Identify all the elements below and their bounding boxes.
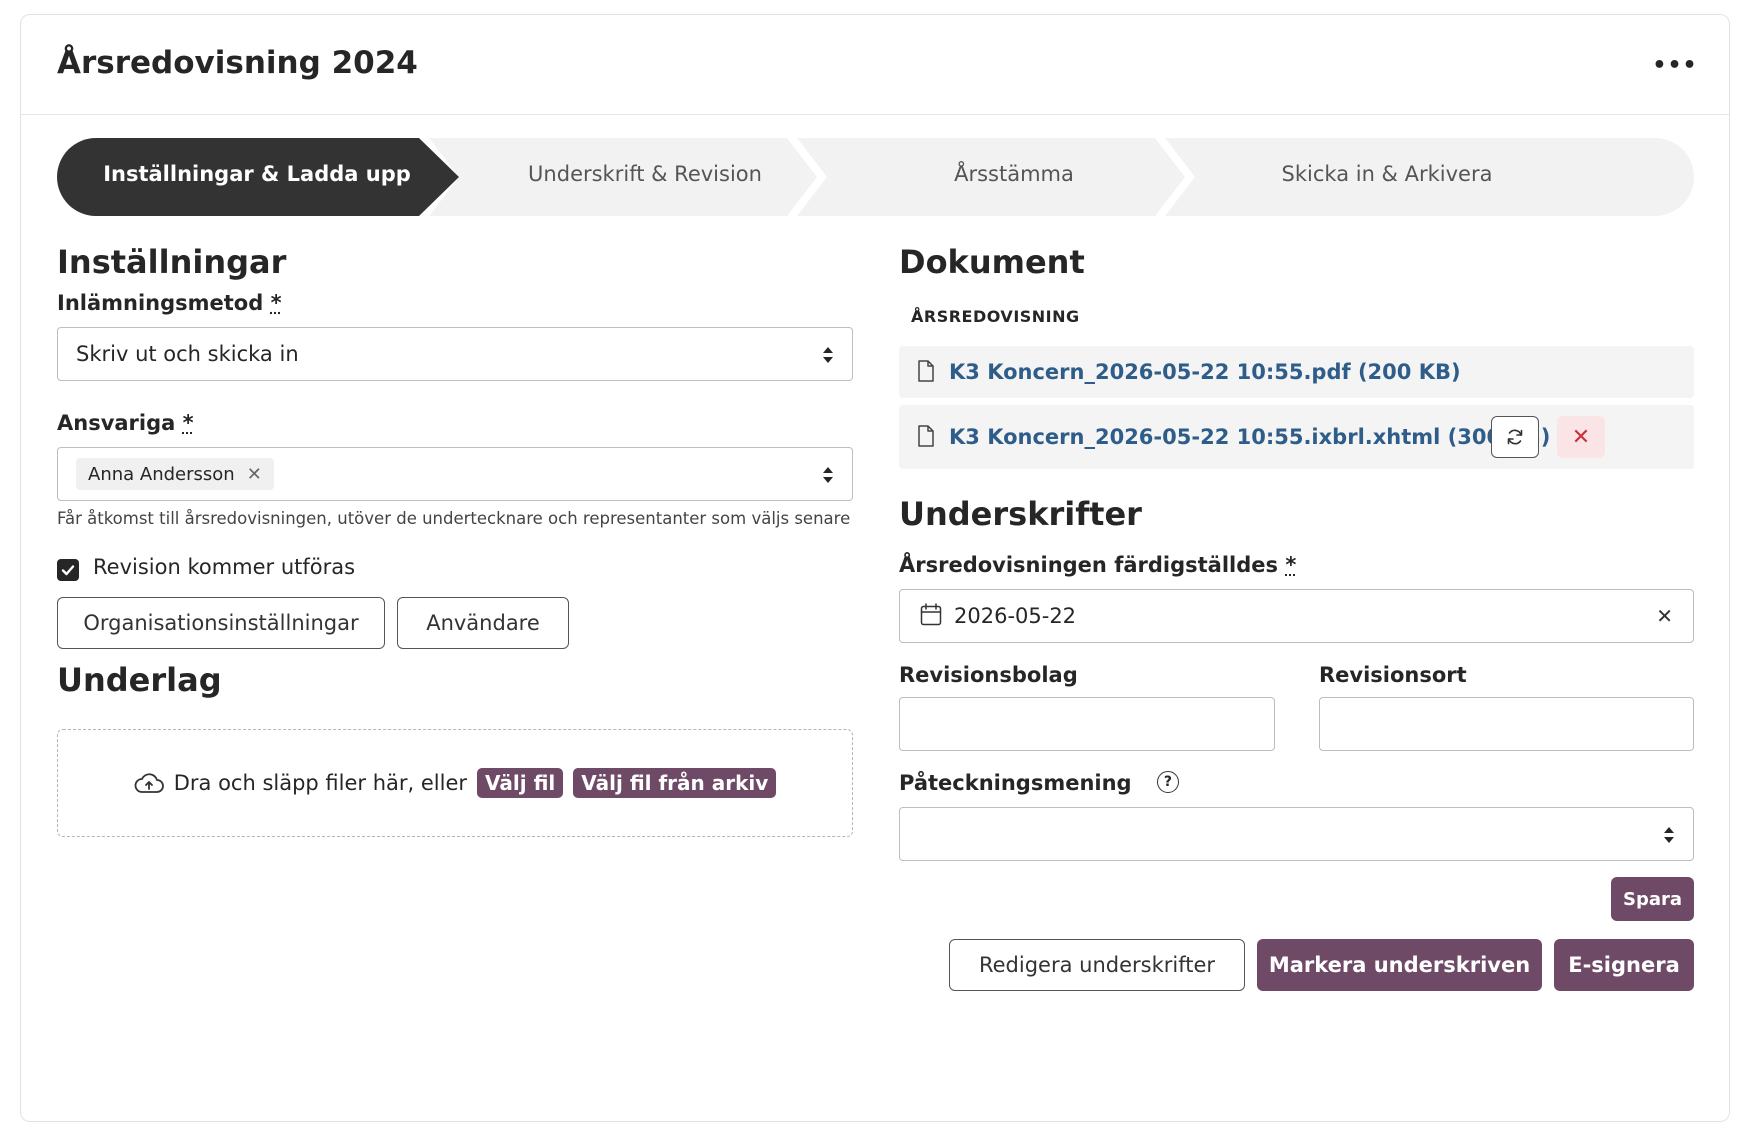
chip-remove-icon[interactable]: ✕ xyxy=(247,464,262,485)
revision-checkbox-label[interactable]: Revision kommer utföras xyxy=(93,555,355,579)
document-row: K3 Koncern_2026-05-22 10:55.pdf (200 KB) xyxy=(899,346,1694,398)
annual-report-card: Årsredovisning 2024 ••• Inställningar & … xyxy=(20,14,1730,1122)
endorsement-label: Påteckningsmening ? xyxy=(899,771,1179,795)
file-icon xyxy=(918,425,934,447)
file-icon xyxy=(918,360,934,382)
required-marker: * xyxy=(1285,553,1297,577)
progress-stepper: Inställningar & Ladda upp Underskrift & … xyxy=(57,138,1694,216)
annual-report-caption: ÅRSREDOVISNING xyxy=(911,307,1080,326)
choose-file-button[interactable]: Välj fil xyxy=(477,768,564,798)
method-label-text: Inlämningsmetod xyxy=(57,291,264,315)
required-marker: * xyxy=(270,291,282,315)
save-button[interactable]: Spara xyxy=(1611,877,1694,921)
select-updown-icon xyxy=(823,467,833,483)
audit-firm-input[interactable] xyxy=(899,697,1275,751)
responsible-select[interactable]: Anna Andersson ✕ xyxy=(57,447,853,501)
responsible-help-text: Får åtkomst till årsredovisningen, utöve… xyxy=(57,509,851,528)
users-button[interactable]: Användare xyxy=(397,597,569,649)
responsible-chip-label: Anna Andersson xyxy=(88,463,235,485)
step-signature-revision[interactable]: Underskrift & Revision xyxy=(528,162,762,186)
help-circle-icon[interactable]: ? xyxy=(1156,771,1179,793)
remove-document-button[interactable]: ✕ xyxy=(1557,416,1605,458)
completed-date-label-text: Årsredovisningen färdigställdes xyxy=(899,553,1278,577)
cloud-upload-icon xyxy=(134,773,164,793)
responsible-label: Ansvariga * xyxy=(57,411,194,435)
method-select-value: Skriv ut och skicka in xyxy=(76,342,299,366)
document-row: K3 Koncern_2026-05-22 10:55.ixbrl.xhtml … xyxy=(899,405,1694,469)
audit-place-input[interactable] xyxy=(1319,697,1694,751)
underlag-heading: Underlag xyxy=(57,661,222,699)
endorsement-select[interactable] xyxy=(899,807,1694,861)
select-updown-icon xyxy=(823,347,833,363)
signatures-heading: Underskrifter xyxy=(899,495,1142,533)
revision-checkbox[interactable] xyxy=(57,559,79,581)
clear-date-icon[interactable]: ✕ xyxy=(1656,604,1673,628)
step-annual-meeting[interactable]: Årsstämma xyxy=(954,162,1074,186)
method-select[interactable]: Skriv ut och skicka in xyxy=(57,327,853,381)
method-label: Inlämningsmetod * xyxy=(57,291,282,315)
card-header: Årsredovisning 2024 ••• xyxy=(21,15,1729,115)
choose-from-archive-button[interactable]: Välj fil från arkiv xyxy=(573,768,777,798)
calendar-icon xyxy=(920,603,942,626)
document-link-xhtml[interactable]: K3 Koncern_2026-05-22 10:55.ixbrl.xhtml … xyxy=(949,425,1550,449)
dropzone-text: Dra och släpp filer här, eller xyxy=(173,771,468,795)
completed-date-value: 2026-05-22 xyxy=(954,604,1077,628)
step-submit-archive[interactable]: Skicka in & Arkivera xyxy=(1282,162,1493,186)
more-options-button[interactable]: ••• xyxy=(1652,51,1696,79)
documents-heading: Dokument xyxy=(899,243,1085,281)
page-title: Årsredovisning 2024 xyxy=(57,45,418,81)
completed-date-input[interactable]: 2026-05-22 ✕ xyxy=(899,589,1694,643)
endorsement-label-text: Påteckningsmening xyxy=(899,771,1132,795)
mark-signed-button[interactable]: Markera underskriven xyxy=(1257,939,1542,991)
responsible-chip: Anna Andersson ✕ xyxy=(76,458,274,490)
file-dropzone[interactable]: Dra och släpp filer här, eller Välj fil … xyxy=(57,729,853,837)
required-marker: * xyxy=(182,411,194,435)
step-settings-upload[interactable]: Inställningar & Ladda upp xyxy=(103,162,411,186)
select-updown-icon xyxy=(1664,827,1674,843)
esign-button[interactable]: E-signera xyxy=(1554,939,1694,991)
settings-heading: Inställningar xyxy=(57,243,287,281)
responsible-label-text: Ansvariga xyxy=(57,411,176,435)
refresh-icon xyxy=(1507,429,1523,445)
organization-settings-button[interactable]: Organisationsinställningar xyxy=(57,597,385,649)
audit-firm-label: Revisionsbolag xyxy=(899,663,1078,687)
completed-date-label: Årsredovisningen färdigställdes * xyxy=(899,553,1296,577)
edit-signatures-button[interactable]: Redigera underskrifter xyxy=(949,939,1245,991)
audit-place-label: Revisionsort xyxy=(1319,663,1467,687)
document-link-pdf[interactable]: K3 Koncern_2026-05-22 10:55.pdf (200 KB) xyxy=(949,360,1461,384)
check-icon xyxy=(61,565,75,576)
regenerate-button[interactable] xyxy=(1491,416,1539,458)
